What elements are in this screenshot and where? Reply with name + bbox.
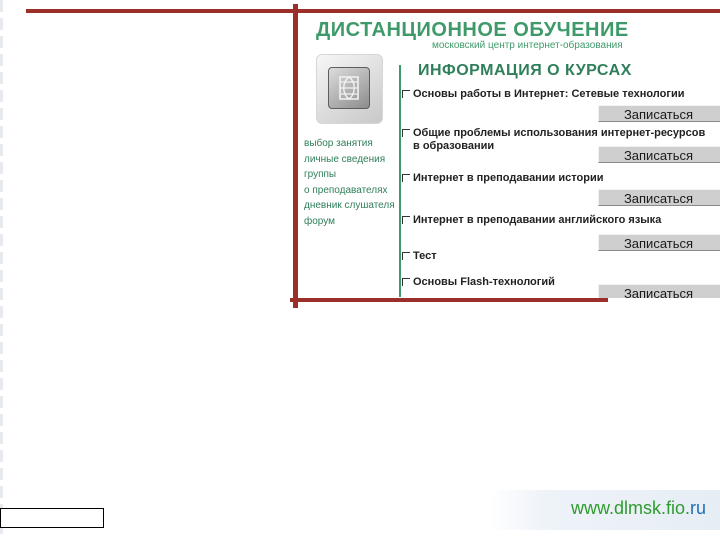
empty-text-box <box>0 508 104 528</box>
course-item: Основы Flash-технологий <box>402 276 720 289</box>
footer-url-area: www.dlmsk.fio.ru <box>490 490 720 530</box>
course-item: Тест Записаться <box>402 250 720 298</box>
frame-bottom-line <box>290 298 608 302</box>
course-label: Основы работы в Интернет: Сетевые технол… <box>413 88 685 100</box>
course-label: Интернет в преподавании истории <box>413 172 604 184</box>
sidebar-item-lesson[interactable]: выбор занятия <box>304 136 398 152</box>
course-checkbox[interactable] <box>402 252 410 260</box>
course-checkbox[interactable] <box>402 90 410 98</box>
course-checkbox[interactable] <box>402 216 410 224</box>
enroll-button[interactable]: Записаться <box>598 105 720 122</box>
url-tld: ru <box>689 498 706 518</box>
course-item: Интернет в преподавании истории Записать… <box>402 172 720 206</box>
sidebar-item-personal[interactable]: личные сведения <box>304 152 398 168</box>
enroll-button[interactable]: Записаться <box>598 234 720 251</box>
site-logo <box>316 54 383 124</box>
course-item: Общие проблемы использования интернет-ре… <box>402 127 720 163</box>
course-item: Интернет в преподавании английского язык… <box>402 214 720 251</box>
course-label: Тест <box>413 250 437 262</box>
website-screenshot: ДИСТАНЦИОННОЕ ОБУЧЕНИЕ московский центр … <box>298 13 720 298</box>
url-main: www.dlmsk.fio. <box>570 498 690 518</box>
enroll-button[interactable]: Записаться <box>598 146 720 163</box>
sidebar-item-groups[interactable]: группы <box>304 167 398 183</box>
green-divider <box>399 65 401 297</box>
course-label: Общие проблемы использования интернет-ре… <box>413 127 706 139</box>
sidebar-nav: выбор занятия личные сведения группы о п… <box>304 136 398 229</box>
course-label: Основы Flash-технологий <box>413 276 555 288</box>
section-title: ИНФОРМАЦИЯ О КУРСАХ <box>418 62 632 79</box>
side-ruler <box>0 0 3 540</box>
site-url[interactable]: www.dlmsk.fio.ru <box>571 498 706 519</box>
course-item: Основы работы в Интернет: Сетевые технол… <box>402 88 720 122</box>
site-subtitle: московский центр интернет-образования <box>432 40 623 51</box>
course-label: Интернет в преподавании английского язык… <box>413 214 662 226</box>
sidebar-item-forum[interactable]: форум <box>304 214 398 230</box>
course-checkbox[interactable] <box>402 278 410 286</box>
course-checkbox[interactable] <box>402 174 410 182</box>
enroll-button[interactable]: Записаться <box>598 189 720 206</box>
course-checkbox[interactable] <box>402 129 410 137</box>
sidebar-item-diary[interactable]: дневник слушателя <box>304 198 398 214</box>
sidebar-item-teachers[interactable]: о преподавателях <box>304 183 398 199</box>
site-title: ДИСТАНЦИОННОЕ ОБУЧЕНИЕ <box>316 19 629 41</box>
globe-icon <box>328 67 370 109</box>
